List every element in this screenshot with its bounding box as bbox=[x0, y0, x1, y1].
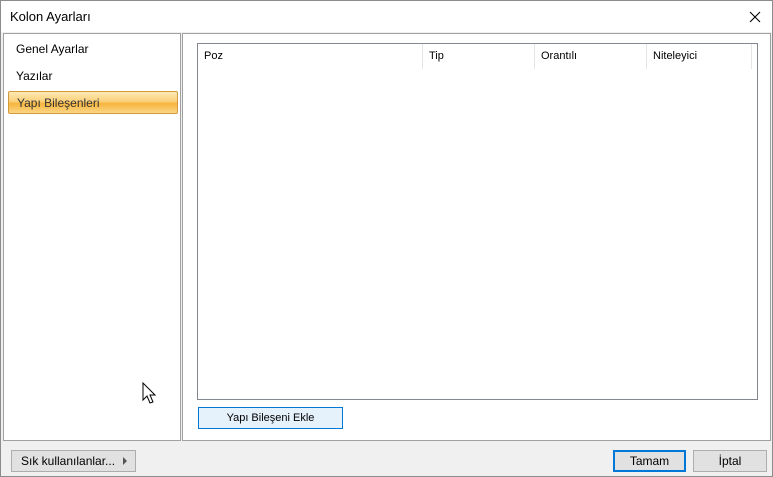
dialog-title: Kolon Ayarları bbox=[10, 9, 91, 24]
add-component-button[interactable]: Yapı Bileşeni Ekle bbox=[198, 407, 343, 429]
close-button[interactable] bbox=[738, 1, 772, 32]
sidebar-item-texts[interactable]: Yazılar bbox=[8, 65, 178, 88]
favorites-button[interactable]: Sık kullanılanlar... bbox=[11, 450, 136, 472]
list-header: Poz Tip Orantılı Niteleyici bbox=[198, 44, 757, 69]
settings-category-list: Genel Ayarlar Yazılar Yapı Bileşenleri bbox=[3, 33, 181, 441]
ok-button[interactable]: Tamam bbox=[613, 450, 686, 472]
sidebar-item-general-settings[interactable]: Genel Ayarlar bbox=[8, 38, 178, 61]
column-header-poz[interactable]: Poz bbox=[198, 44, 423, 69]
chevron-right-icon bbox=[123, 457, 127, 465]
sidebar-item-label: Yapı Bileşenleri bbox=[17, 96, 100, 110]
sidebar-item-label: Genel Ayarlar bbox=[16, 42, 89, 56]
cancel-button[interactable]: İptal bbox=[693, 450, 767, 472]
sidebar-item-label: Yazılar bbox=[16, 69, 53, 83]
close-icon bbox=[749, 11, 761, 22]
column-header-proportional[interactable]: Orantılı bbox=[535, 44, 647, 69]
sidebar-item-structure-components[interactable]: Yapı Bileşenleri bbox=[8, 91, 178, 114]
favorites-label: Sık kullanılanlar... bbox=[21, 454, 116, 468]
content-panel: Poz Tip Orantılı Niteleyici Yapı Bileşen… bbox=[182, 33, 771, 441]
mouse-pointer-icon bbox=[142, 382, 157, 404]
components-list[interactable]: Poz Tip Orantılı Niteleyici bbox=[197, 43, 758, 400]
title-bar[interactable]: Kolon Ayarları bbox=[1, 1, 772, 32]
column-header-qualifier[interactable]: Niteleyici bbox=[647, 44, 752, 69]
column-header-tip[interactable]: Tip bbox=[423, 44, 535, 69]
dialog-window: Kolon Ayarları Genel Ayarlar Yazılar Yap… bbox=[0, 0, 773, 477]
